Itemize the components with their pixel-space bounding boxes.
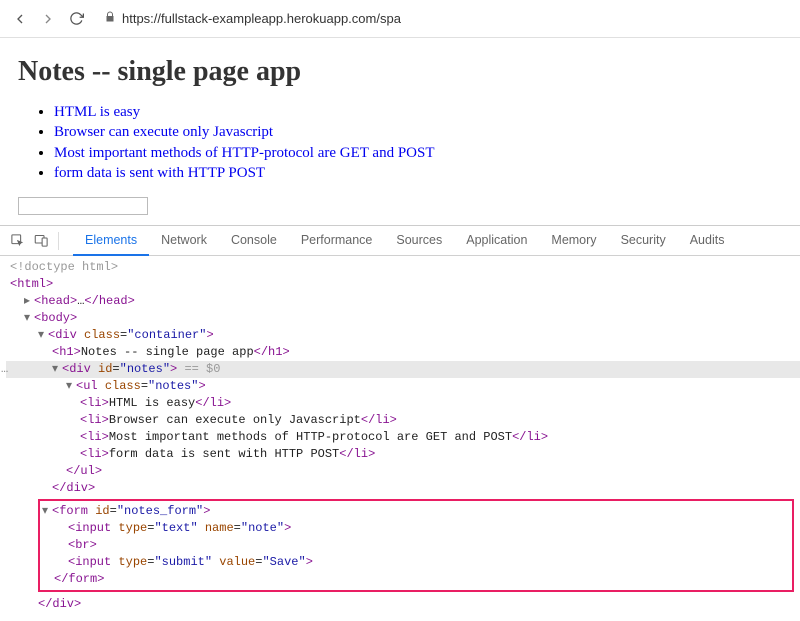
tab-elements[interactable]: Elements bbox=[73, 226, 149, 256]
reload-button[interactable] bbox=[66, 9, 86, 29]
page-title: Notes -- single page app bbox=[18, 56, 782, 88]
browser-toolbar: https://fullstack-exampleapp.herokuapp.c… bbox=[0, 0, 800, 38]
devtools-tabs: Elements Network Console Performance Sou… bbox=[73, 226, 736, 256]
tab-security[interactable]: Security bbox=[609, 226, 678, 256]
devtools-panel: Elements Network Console Performance Sou… bbox=[0, 225, 800, 621]
tab-performance[interactable]: Performance bbox=[289, 226, 385, 256]
tab-console[interactable]: Console bbox=[219, 226, 289, 256]
tab-sources[interactable]: Sources bbox=[384, 226, 454, 256]
list-item[interactable]: Most important methods of HTTP-protocol … bbox=[54, 143, 782, 163]
form-highlight-box: ▾<form id="notes_form"> <input type="tex… bbox=[38, 499, 794, 592]
tab-network[interactable]: Network bbox=[149, 226, 219, 256]
tab-memory[interactable]: Memory bbox=[539, 226, 608, 256]
lock-icon bbox=[104, 11, 116, 26]
doctype-node[interactable]: <!doctype html> bbox=[10, 260, 118, 274]
tab-application[interactable]: Application bbox=[454, 226, 539, 256]
inspect-icon[interactable] bbox=[8, 232, 26, 250]
note-input[interactable] bbox=[18, 197, 148, 215]
list-item[interactable]: Browser can execute only Javascript bbox=[54, 122, 782, 142]
device-icon[interactable] bbox=[32, 232, 50, 250]
address-bar[interactable]: https://fullstack-exampleapp.herokuapp.c… bbox=[94, 11, 790, 26]
list-item[interactable]: HTML is easy bbox=[54, 102, 782, 122]
tab-audits[interactable]: Audits bbox=[678, 226, 737, 256]
page-content: Notes -- single page app HTML is easy Br… bbox=[0, 38, 800, 225]
forward-button[interactable] bbox=[38, 9, 58, 29]
devtools-toolbar: Elements Network Console Performance Sou… bbox=[0, 226, 800, 256]
selected-node[interactable]: …▾<div id="notes"> == $0 bbox=[6, 361, 800, 378]
list-item[interactable]: form data is sent with HTTP POST bbox=[54, 163, 782, 183]
url-text: https://fullstack-exampleapp.herokuapp.c… bbox=[122, 11, 401, 26]
notes-list: HTML is easy Browser can execute only Ja… bbox=[18, 102, 782, 183]
back-button[interactable] bbox=[10, 9, 30, 29]
dom-tree[interactable]: <!doctype html> <html> ▸<head>…</head> ▾… bbox=[0, 256, 800, 621]
